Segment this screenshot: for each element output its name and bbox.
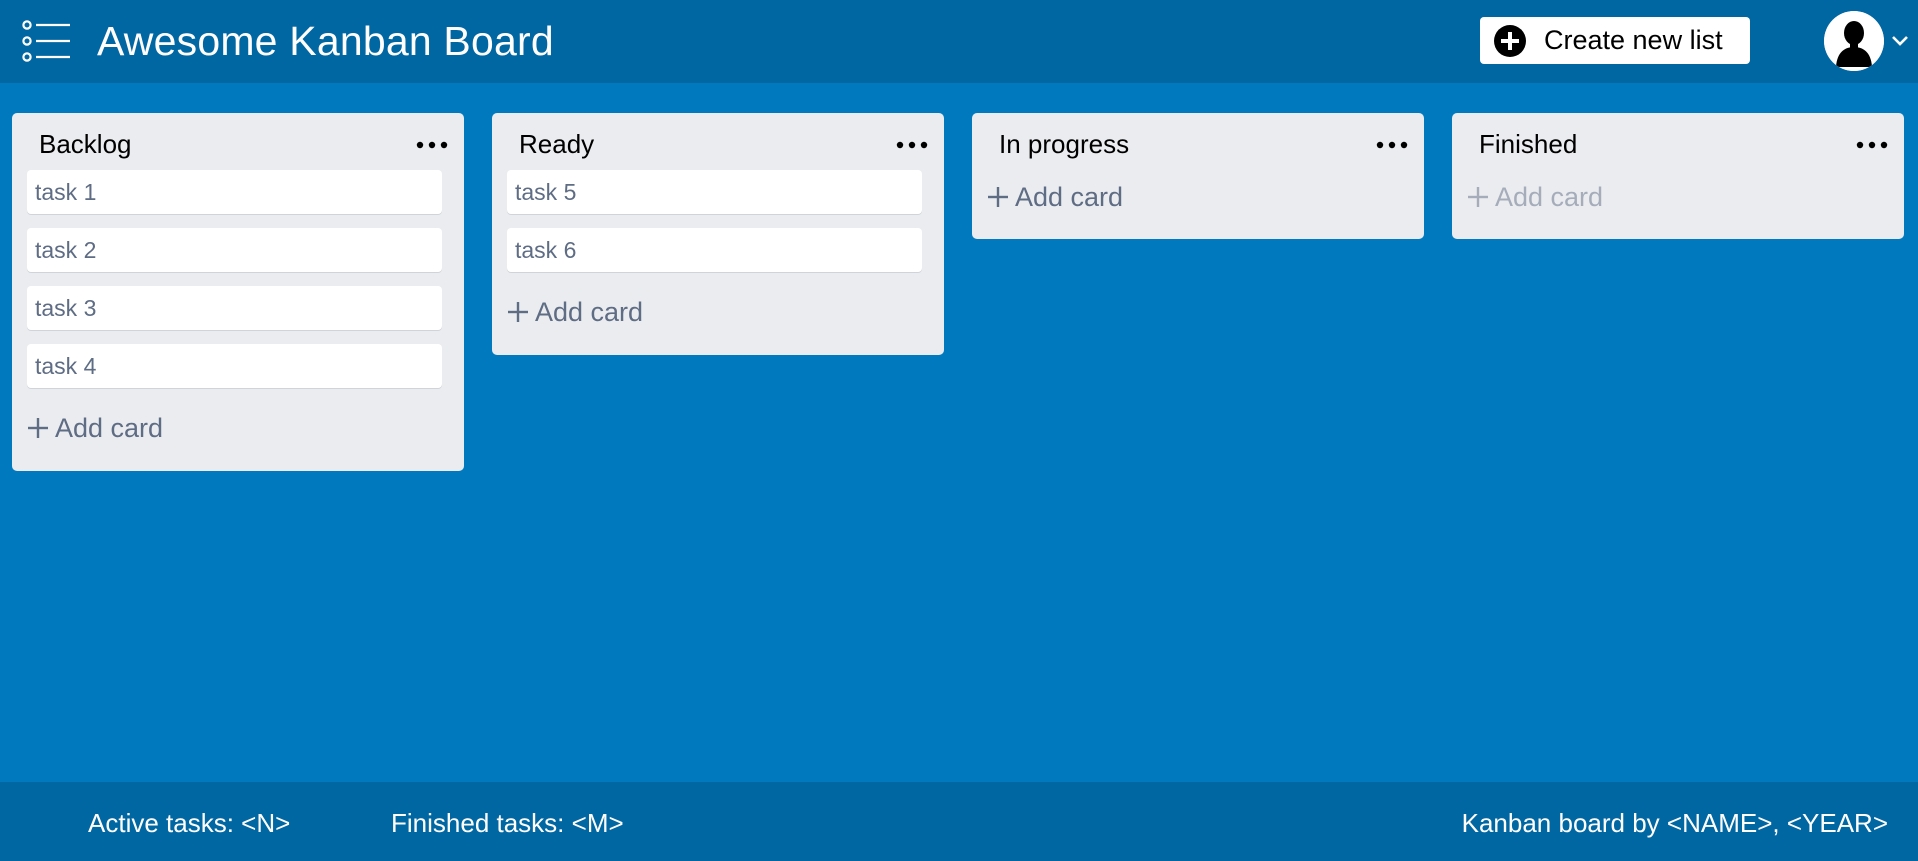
- card-task-3[interactable]: task 3: [27, 286, 442, 330]
- add-card-label: Add card: [1495, 181, 1604, 212]
- chevron-down-icon[interactable]: [1890, 34, 1910, 48]
- list-header: Backlog: [27, 113, 448, 177]
- add-card-button[interactable]: Add card: [495, 292, 922, 332]
- list-backlog: Backlog task 1 task 2 task 3 task 4 Add …: [12, 113, 464, 471]
- list-header: In progress: [987, 113, 1408, 177]
- add-card-label: Add card: [535, 296, 644, 327]
- plus-icon: [988, 187, 1008, 207]
- add-card-label: Add card: [55, 412, 164, 443]
- app-header: Awesome Kanban Board Create new list: [0, 0, 1918, 83]
- more-options-icon[interactable]: [1374, 133, 1410, 157]
- add-card-button[interactable]: Add card: [15, 408, 442, 448]
- card-task-6[interactable]: task 6: [507, 228, 922, 272]
- list-title: Finished: [1479, 129, 1578, 159]
- more-options-icon[interactable]: [414, 133, 450, 157]
- add-card-button[interactable]: Add card: [975, 177, 1402, 217]
- list-menu-icon: [22, 20, 70, 62]
- more-options-icon[interactable]: [1854, 133, 1890, 157]
- list-in-progress: In progress Add card: [972, 113, 1424, 239]
- plus-icon: [508, 302, 528, 322]
- create-new-list-label: Create new list: [1544, 25, 1723, 55]
- add-card-label: Add card: [1015, 181, 1124, 212]
- card-task-2[interactable]: task 2: [27, 228, 442, 272]
- list-header: Ready: [507, 113, 928, 177]
- plus-icon: [1468, 187, 1488, 207]
- list-ready: Ready task 5 task 6 Add card: [492, 113, 944, 355]
- footer-credit: Kanban board by <NAME>, <YEAR>: [1461, 808, 1888, 838]
- app-footer: Active tasks: <N> Finished tasks: <M> Ka…: [0, 782, 1918, 861]
- user-silhouette-icon: [1824, 11, 1884, 71]
- board-title: Awesome Kanban Board: [97, 18, 554, 64]
- list-title: Ready: [519, 129, 595, 159]
- create-new-list-button[interactable]: Create new list: [1480, 17, 1750, 64]
- list-title: Backlog: [39, 129, 132, 159]
- add-card-button[interactable]: Add card: [1455, 177, 1882, 217]
- avatar[interactable]: [1824, 11, 1884, 71]
- user-menu[interactable]: [1824, 10, 1910, 72]
- list-title: In progress: [999, 129, 1130, 159]
- more-options-icon[interactable]: [894, 133, 930, 157]
- list-header: Finished: [1467, 113, 1888, 177]
- finished-tasks-count: Finished tasks: <M>: [391, 808, 624, 838]
- plus-circle-icon: [1494, 24, 1526, 57]
- menu-button[interactable]: [22, 20, 72, 62]
- list-finished: Finished Add card: [1452, 113, 1904, 239]
- active-tasks-count: Active tasks: <N>: [88, 808, 291, 838]
- card-task-4[interactable]: task 4: [27, 344, 442, 388]
- plus-icon: [28, 418, 48, 438]
